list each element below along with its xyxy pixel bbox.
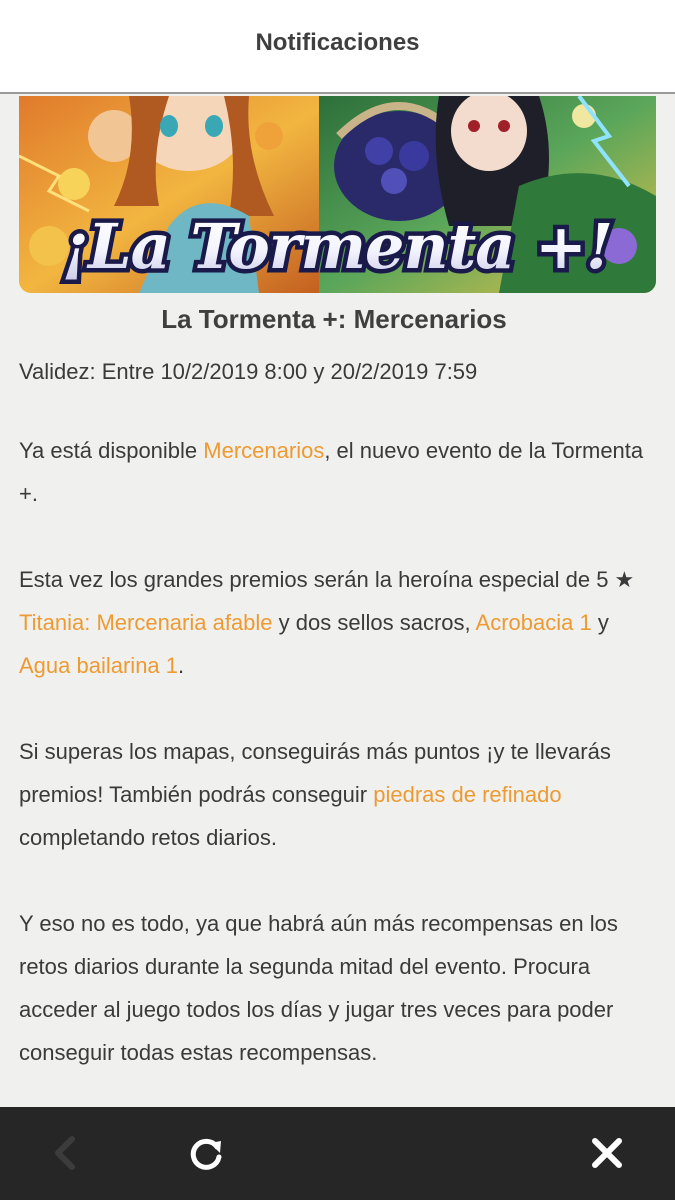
link-titania[interactable]: Titania: Mercenaria afable [19, 610, 273, 635]
bottom-bar [0, 1107, 675, 1200]
text: Ya está disponible [19, 438, 204, 463]
paragraph-3: Si superas los mapas, conseguirás más pu… [19, 730, 649, 859]
paragraph-2: Esta vez los grandes premios serán la he… [19, 558, 649, 687]
validity-dates: Validez: Entre 10/2/2019 8:00 y 20/2/201… [19, 359, 478, 384]
paragraph-1: Ya está disponible Mercenarios, el nuevo… [19, 429, 649, 515]
page-title: Notificaciones [255, 29, 420, 56]
reload-button[interactable] [186, 1133, 226, 1173]
notification-content: La Tormenta +: Mercenarios Validez: Entr… [19, 300, 649, 1117]
link-agua-bailarina[interactable]: Agua bailarina 1 [19, 653, 178, 678]
back-arrow-icon [55, 1136, 75, 1170]
link-acrobacia[interactable]: Acrobacia 1 [476, 610, 592, 635]
text: Esta vez los grandes premios serán la he… [19, 567, 635, 592]
link-piedras-refinado[interactable]: piedras de refinado [373, 782, 561, 807]
banner-title: ¡La Tormenta +! [62, 210, 612, 283]
text: . [178, 653, 185, 678]
news-title: La Tormenta +: Mercenarios [161, 304, 507, 334]
text: y [591, 610, 609, 635]
close-icon [592, 1138, 622, 1168]
back-button[interactable] [46, 1133, 86, 1173]
reload-icon [190, 1138, 222, 1170]
banner-image: ¡La Tormenta +! [19, 96, 656, 293]
top-bar: Notificaciones [0, 0, 675, 94]
text: y dos sellos sacros, [272, 610, 476, 635]
text: completando retos diarios. [19, 825, 278, 850]
text: Y eso no es todo, ya que habrá aún más r… [19, 911, 618, 1065]
paragraph-4: Y eso no es todo, ya que habrá aún más r… [19, 902, 649, 1074]
event-banner: ¡La Tormenta +! [19, 96, 656, 293]
link-mercenarios[interactable]: Mercenarios [203, 438, 324, 463]
close-button[interactable] [587, 1133, 627, 1173]
